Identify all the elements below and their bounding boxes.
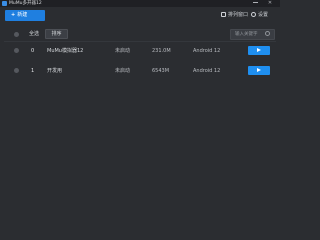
title-bar: MuMu多开器12 ✕ bbox=[0, 0, 280, 7]
select-all-label[interactable]: 全选 bbox=[29, 30, 39, 39]
settings-label: 设置 bbox=[258, 12, 269, 18]
select-all-checkbox[interactable] bbox=[14, 32, 19, 37]
instance-size: 231.0M bbox=[152, 48, 171, 54]
filter-row: 全选 排序 bbox=[0, 28, 280, 41]
gear-icon bbox=[251, 11, 256, 17]
arrange-window-label: 排列窗口 bbox=[228, 12, 249, 18]
instance-index: 1 bbox=[31, 68, 35, 74]
start-button[interactable] bbox=[248, 46, 270, 55]
close-button[interactable]: ✕ bbox=[265, 0, 275, 7]
settings-button[interactable]: 设置 bbox=[251, 11, 268, 20]
minimize-button[interactable] bbox=[250, 0, 260, 7]
instance-status: 未启动 bbox=[115, 68, 131, 74]
row-checkbox[interactable] bbox=[14, 68, 19, 73]
instance-row[interactable]: 1 开发用 未启动 6543M Android 12 bbox=[4, 62, 276, 80]
instance-size: 6543M bbox=[152, 68, 170, 74]
row-checkbox[interactable] bbox=[14, 48, 19, 53]
plus-icon: + bbox=[11, 12, 16, 18]
sort-button[interactable]: 排序 bbox=[45, 29, 68, 39]
instance-android-version: Android 12 bbox=[193, 68, 221, 74]
play-icon bbox=[257, 68, 261, 72]
play-icon bbox=[257, 48, 261, 52]
app-logo-icon bbox=[2, 1, 7, 6]
minimize-icon bbox=[252, 2, 258, 3]
arrange-window-button[interactable]: 排列窗口 bbox=[221, 11, 248, 20]
instance-index: 0 bbox=[31, 48, 35, 54]
toolbar: + 新建 排列窗口 设置 bbox=[0, 7, 280, 24]
close-icon: ✕ bbox=[267, 0, 273, 6]
start-button[interactable] bbox=[248, 66, 270, 75]
new-instance-label: 新建 bbox=[17, 12, 28, 18]
instance-name: MuMu模拟器12 bbox=[47, 48, 84, 54]
instance-android-version: Android 12 bbox=[193, 48, 221, 54]
instance-status: 未启动 bbox=[115, 48, 131, 54]
window-title: MuMu多开器12 bbox=[9, 1, 42, 6]
search-icon[interactable] bbox=[265, 31, 270, 36]
arrange-window-icon bbox=[221, 11, 226, 17]
instance-name: 开发用 bbox=[47, 68, 63, 74]
new-instance-button[interactable]: + 新建 bbox=[5, 10, 45, 21]
instance-row[interactable]: 0 MuMu模拟器12 未启动 231.0M Android 12 bbox=[4, 42, 276, 60]
